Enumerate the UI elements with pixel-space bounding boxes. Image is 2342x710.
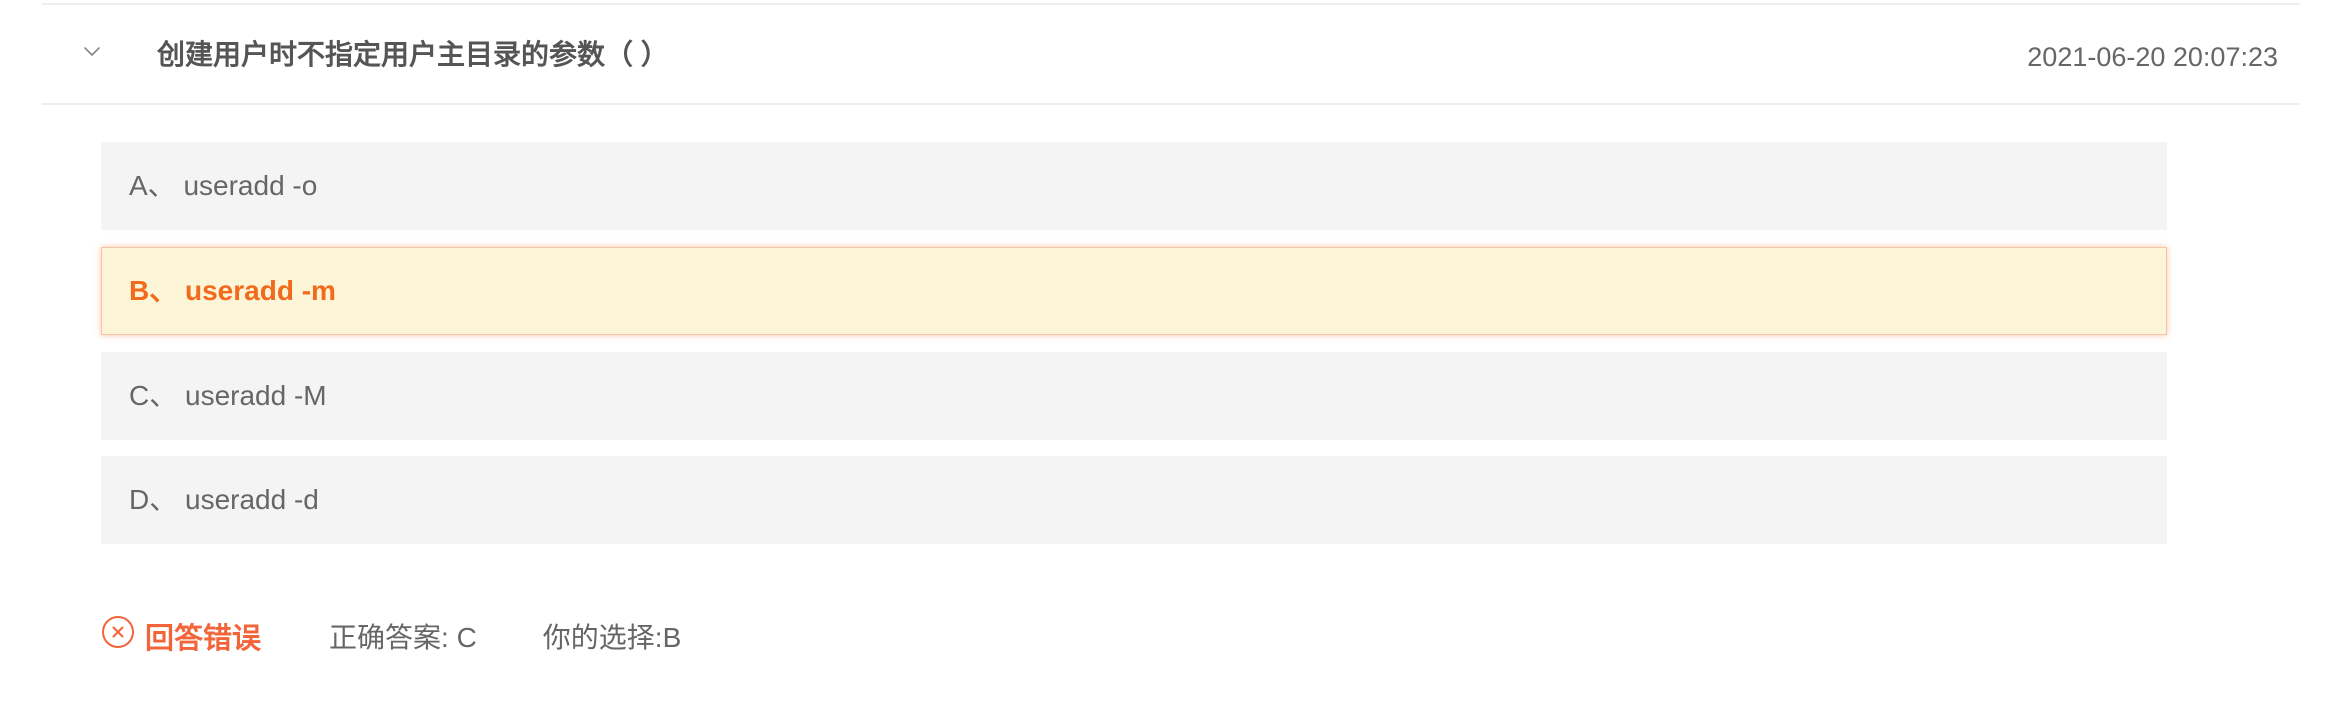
result-status-label: 回答错误 xyxy=(145,623,262,655)
your-choice-text: 你的选择:B xyxy=(542,622,682,653)
option-c[interactable]: C、 useradd -M xyxy=(101,352,2167,440)
chevron-down-icon[interactable] xyxy=(80,39,104,63)
question-timestamp: 2021-06-20 20:07:23 xyxy=(2027,42,2278,72)
close-circle-icon xyxy=(102,616,134,648)
answer-result: 回答错误 正确答案: C 你的选择:B xyxy=(101,612,681,660)
question-title: 创建用户时不指定用户主目录的参数（ ） xyxy=(157,39,669,70)
option-a[interactable]: A、 useradd -o xyxy=(101,142,2167,230)
question-header[interactable]: 创建用户时不指定用户主目录的参数（ ） 2021-06-20 20:07:23 xyxy=(42,5,2300,105)
option-b[interactable]: B、 useradd -m xyxy=(101,247,2167,335)
option-d[interactable]: D、 useradd -d xyxy=(101,456,2167,544)
correct-answer-text: 正确答案: C xyxy=(329,622,477,653)
